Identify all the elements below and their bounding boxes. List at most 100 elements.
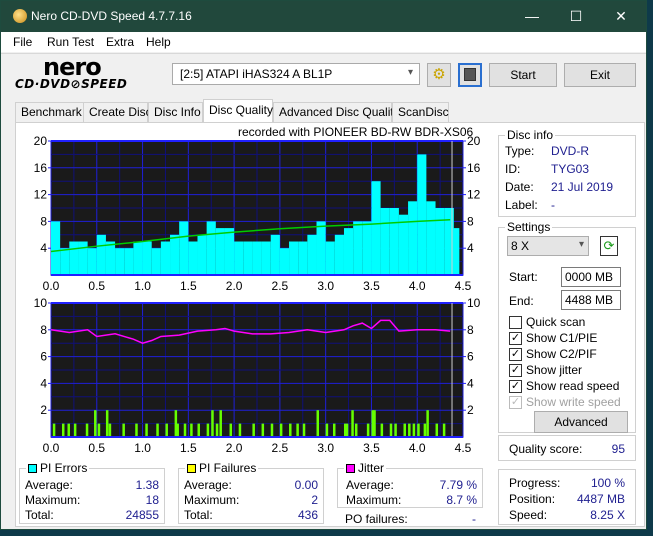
quality-score-label: Quality score: <box>509 442 583 456</box>
show-c2-pif-label: Show C2/PIF <box>526 347 597 361</box>
y-tick-label-right: 4 <box>467 376 474 390</box>
bar-pi-failures <box>156 423 159 437</box>
bar-pi-errors <box>334 234 344 275</box>
pi-errors-title-text: PI Errors <box>40 461 88 475</box>
y-tick-label-right: 4 <box>467 241 474 255</box>
bar-pi-errors <box>179 221 189 275</box>
y-tick-label-right: 20 <box>467 134 481 148</box>
pi-errors-total-label: Total: <box>25 508 54 522</box>
bar-pi-errors <box>60 248 70 275</box>
bar-pi-errors <box>87 248 97 275</box>
progress-group: Progress: 100 % Position: 4487 MB Speed:… <box>498 469 636 525</box>
end-input[interactable]: 4488 MB <box>561 290 621 310</box>
bar-pi-errors <box>380 208 390 275</box>
show-c1-pie-label: Show C1/PIE <box>526 331 598 345</box>
bar-pi-errors <box>160 241 171 275</box>
x-tick-label: 4.0 <box>409 279 426 293</box>
jitter-average-label: Average: <box>346 478 394 492</box>
y-tick-label-left: 6 <box>40 350 47 364</box>
pi-errors-title: PI Errors <box>26 461 90 475</box>
bar-pi-errors <box>389 208 399 275</box>
bar-pi-errors <box>270 234 280 275</box>
disc-id-value: TYG03 <box>551 162 590 176</box>
bar-pi-errors <box>343 228 354 275</box>
position-label: Position: <box>509 492 556 506</box>
pi-errors-color-icon <box>28 464 37 473</box>
y-tick-label-right: 2 <box>467 403 474 417</box>
x-tick-label: 2.0 <box>226 279 243 293</box>
start-input[interactable]: 0000 MB <box>561 267 621 287</box>
show-jitter-checkbox[interactable]: ✓ <box>509 364 522 377</box>
speed-value: 8.25 X <box>590 508 625 522</box>
x-tick-label: 0.5 <box>88 441 105 455</box>
settings-group: Settings 8 X ▾ ⟳ Start: 0000 MB End: 448… <box>498 220 636 433</box>
bar-pi-failures <box>229 423 233 437</box>
bar-pi-failures <box>219 410 222 437</box>
minimize-button[interactable]: — <box>510 5 554 29</box>
bar-pi-errors <box>252 241 262 275</box>
bar-pi-errors <box>115 248 125 275</box>
bar-pi-errors <box>289 241 299 275</box>
bar-pi-failures <box>366 423 370 437</box>
x-tick-label: 2.5 <box>272 441 289 455</box>
advanced-button[interactable]: Advanced <box>534 411 628 433</box>
pi-errors-maximum-label: Maximum: <box>25 493 81 507</box>
bar-pi-failures <box>122 423 125 437</box>
bar-pi-failures <box>61 423 65 437</box>
bar-pi-failures <box>238 423 242 437</box>
close-button[interactable]: ✕ <box>599 5 643 29</box>
x-tick-label: 0.0 <box>43 441 60 455</box>
disc-date-value: 21 Jul 2019 <box>551 180 614 194</box>
show-c1-pie-checkbox[interactable]: ✓ <box>509 332 522 345</box>
x-tick-label: 1.0 <box>134 279 151 293</box>
bar-pi-failures <box>289 423 292 437</box>
show-c2-pif-checkbox[interactable]: ✓ <box>509 348 522 361</box>
disc-quality-panel: recorded with PIONEER BD-RW BDR-XS06 0.0… <box>15 122 645 527</box>
bar-pi-failures <box>408 423 411 437</box>
speed-select[interactable]: 8 X ▾ <box>507 236 589 256</box>
x-tick-label: 1.0 <box>134 441 151 455</box>
bar-pi-errors <box>51 221 61 275</box>
refresh-button[interactable]: ⟳ <box>600 236 618 256</box>
bar-pi-errors <box>206 221 216 275</box>
bar-pi-failures <box>435 423 439 437</box>
quick-scan-label: Quick scan <box>526 315 586 329</box>
exit-button[interactable]: Exit <box>564 63 636 87</box>
jitter-average-value: 7.79 % <box>439 478 477 492</box>
maximize-button[interactable]: ☐ <box>554 5 598 29</box>
bar-pi-errors <box>371 181 381 275</box>
quick-scan-checkbox[interactable] <box>509 316 522 329</box>
show-read-speed-checkbox[interactable]: ✓ <box>509 380 522 393</box>
app-window: Nero CD-DVD Speed 4.7.7.16 — ☐ ✕ File Ru… <box>0 0 647 530</box>
bar-pi-failures <box>145 423 148 437</box>
bar-pi-errors <box>353 221 363 275</box>
bar-pi-errors <box>215 228 225 275</box>
bar-pi-errors <box>96 234 106 275</box>
bar-pi-failures <box>97 423 101 437</box>
bar-pi-failures <box>403 423 406 437</box>
pi-failures-average-value: 0.00 <box>294 478 318 492</box>
jitter-title-text: Jitter <box>358 461 385 475</box>
bar-pi-failures <box>423 423 427 437</box>
pi-errors-average-value: 1.38 <box>135 478 159 492</box>
y-tick-label-right: 10 <box>467 296 481 310</box>
bar-pi-errors <box>307 234 317 275</box>
bar-pi-errors <box>124 248 134 275</box>
charts: 0.0 0.5 1.0 1.5 2.0 2.5 3.0 3.5 4.0 4.52016128420… <box>34 134 481 455</box>
settings-title: Settings <box>505 220 553 234</box>
x-tick-label: 0.0 <box>43 279 60 293</box>
bar-pi-errors <box>435 208 445 275</box>
bar-pi-failures <box>389 423 393 437</box>
pi-errors-total-value: 24855 <box>125 508 159 522</box>
progress-value: 100 % <box>590 476 625 490</box>
pi-failures-color-icon <box>187 464 196 473</box>
bar-pi-errors <box>298 241 308 275</box>
x-tick-label: 3.0 <box>317 441 334 455</box>
bar-pi-failures <box>73 423 77 437</box>
bar-pi-errors <box>78 241 88 275</box>
pi-errors-maximum-value: 18 <box>145 493 159 507</box>
x-tick-label: 3.5 <box>363 279 380 293</box>
x-tick-label: 1.5 <box>180 441 197 455</box>
quality-score-value: 95 <box>611 442 625 456</box>
bar-pi-failures <box>135 423 138 437</box>
